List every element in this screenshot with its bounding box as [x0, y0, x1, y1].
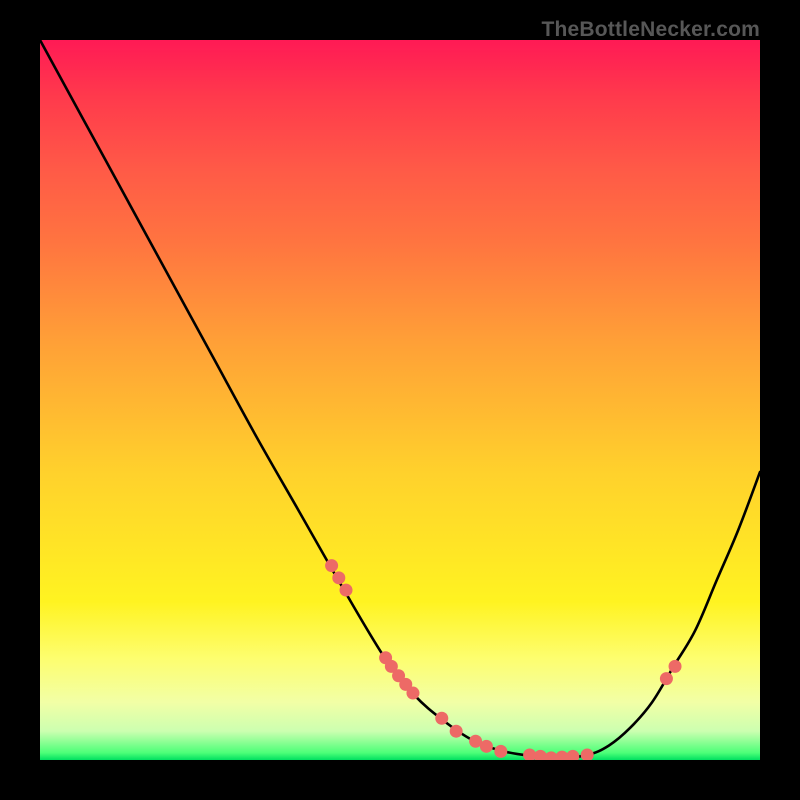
marker-dot: [480, 740, 493, 753]
marker-dot: [494, 745, 507, 758]
marker-dot: [406, 687, 419, 700]
marker-dot: [669, 660, 682, 673]
marker-dot: [523, 748, 536, 760]
chart-panel: [40, 40, 760, 760]
chart-svg: [40, 40, 760, 760]
marker-dot: [660, 672, 673, 685]
bottleneck-curve: [40, 40, 760, 758]
marker-dot: [332, 571, 345, 584]
marker-dot: [340, 584, 353, 597]
marker-dot: [450, 725, 463, 738]
marker-dot: [581, 748, 594, 760]
marker-dot: [435, 712, 448, 725]
marker-dot: [325, 559, 338, 572]
marker-dot: [566, 750, 579, 760]
attribution-link[interactable]: TheBottleNecker.com: [541, 18, 760, 42]
